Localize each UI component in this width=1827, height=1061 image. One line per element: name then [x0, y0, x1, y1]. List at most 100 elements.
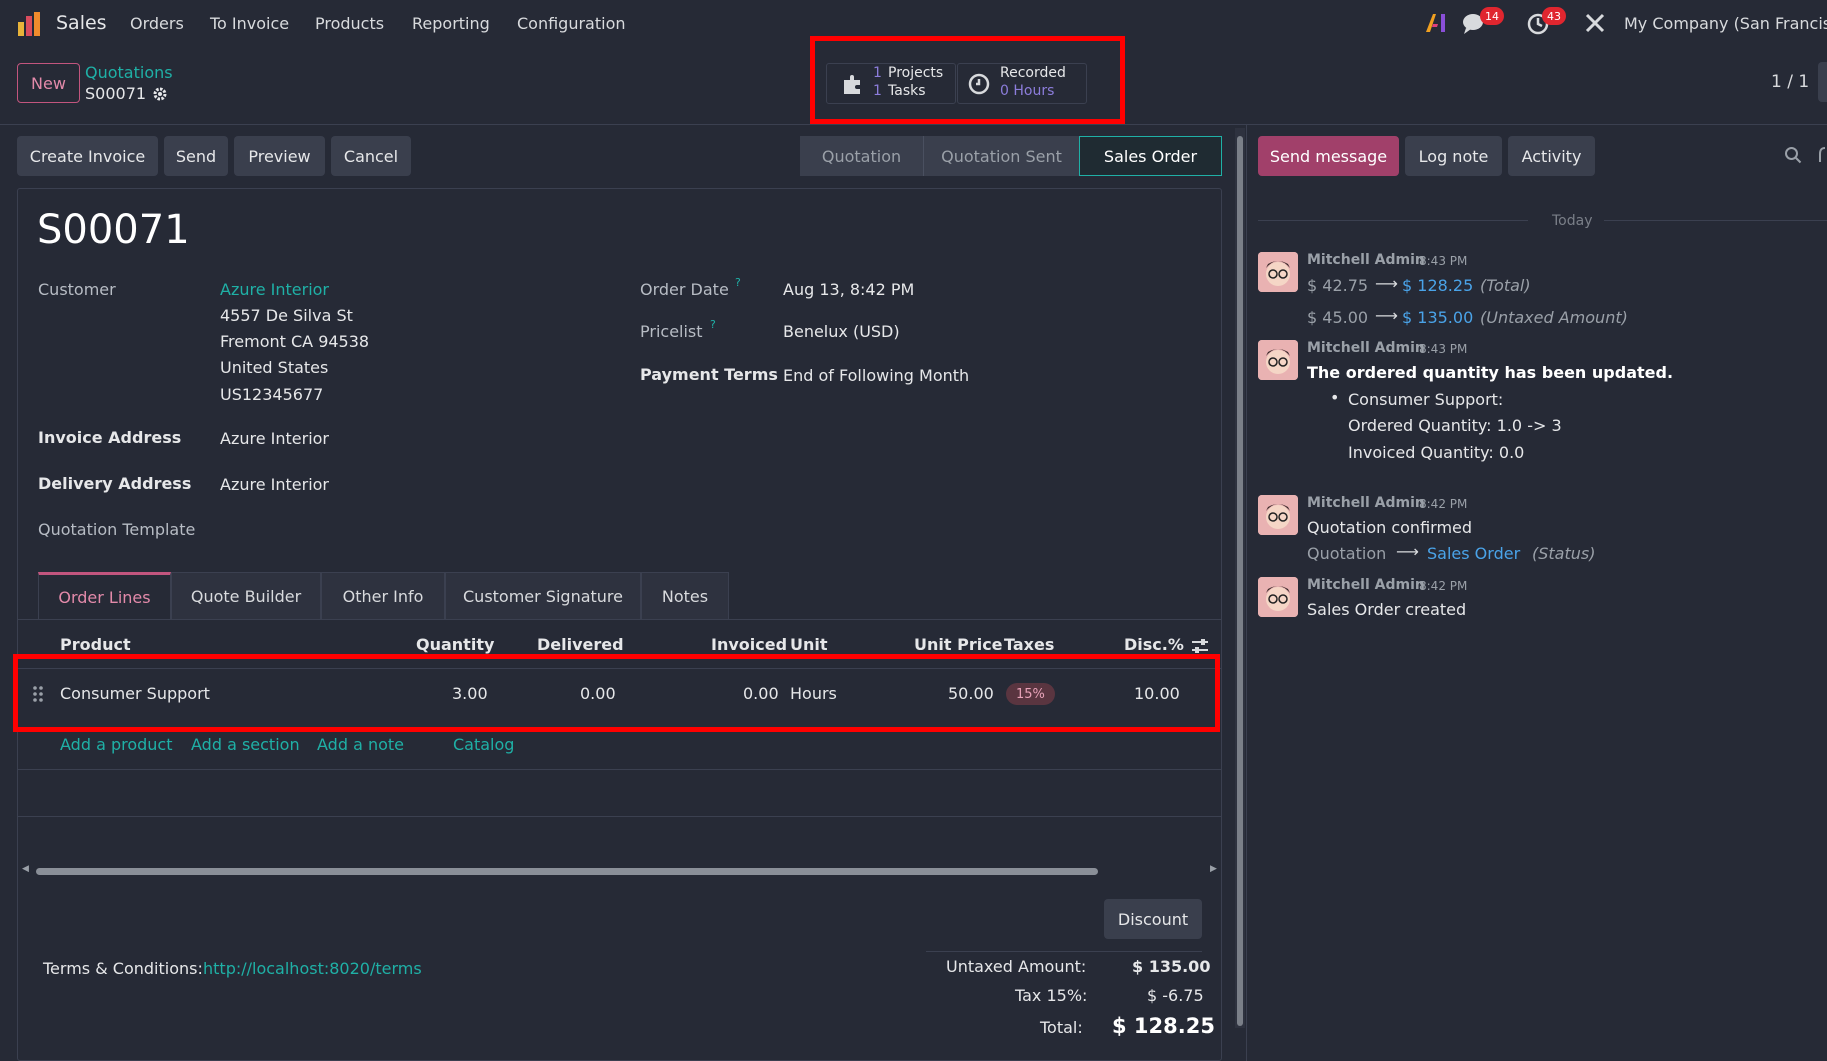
- message-author[interactable]: Mitchell Admin: [1307, 577, 1425, 593]
- col-invoiced[interactable]: Invoiced: [711, 635, 787, 654]
- untaxed-value: $ 135.00: [1132, 957, 1211, 976]
- new-button[interactable]: New: [17, 63, 80, 103]
- app-name[interactable]: Sales: [56, 12, 107, 34]
- send-button[interactable]: Send: [164, 136, 228, 176]
- message-author[interactable]: Mitchell Admin: [1307, 340, 1425, 356]
- log-note-button[interactable]: Log note: [1405, 136, 1502, 176]
- projects-label: Projects: [888, 65, 944, 81]
- recorded-value: 0 Hours: [1000, 83, 1055, 99]
- delivery-address-value[interactable]: Azure Interior: [220, 475, 329, 494]
- table-hscrollbar-thumb[interactable]: [36, 868, 1098, 875]
- address-line-3: United States: [220, 358, 329, 377]
- status-quotation-sent[interactable]: Quotation Sent: [923, 136, 1079, 176]
- projects-count: 1: [873, 65, 882, 81]
- tasks-count: 1: [873, 83, 882, 99]
- avatar[interactable]: [1258, 340, 1298, 380]
- customer-label: Customer: [38, 280, 116, 299]
- col-unit-price[interactable]: Unit Price: [914, 635, 1003, 654]
- col-taxes[interactable]: Taxes: [1004, 635, 1054, 654]
- order-date-value[interactable]: Aug 13, 8:42 PM: [783, 280, 914, 299]
- bullet-icon: •: [1330, 388, 1340, 407]
- order-date-help-icon[interactable]: ?: [735, 276, 741, 289]
- terms-link[interactable]: http://localhost:8020/terms: [203, 959, 422, 978]
- col-quantity[interactable]: Quantity: [416, 635, 494, 654]
- avatar[interactable]: [1258, 252, 1298, 292]
- pricelist-help-icon[interactable]: ?: [710, 318, 716, 331]
- pricelist-value[interactable]: Benelux (USD): [783, 322, 900, 341]
- untaxed-label: Untaxed Amount:: [946, 957, 1087, 976]
- avatar[interactable]: [1258, 577, 1298, 617]
- paperclip-icon[interactable]: [1818, 146, 1827, 164]
- menu-configuration[interactable]: Configuration: [517, 14, 626, 33]
- message-author[interactable]: Mitchell Admin: [1307, 252, 1425, 268]
- address-line-4: US12345677: [220, 385, 324, 404]
- payment-terms-label: Payment Terms: [640, 365, 778, 384]
- tabs-baseline: [17, 619, 1222, 620]
- col-unit[interactable]: Unit: [790, 635, 828, 654]
- col-product[interactable]: Product: [60, 635, 131, 654]
- add-section-link[interactable]: Add a section: [191, 735, 300, 754]
- clock-icon: [968, 73, 990, 95]
- debug-tools-icon[interactable]: [1584, 12, 1606, 34]
- tracking-field-2: (Untaxed Amount): [1480, 308, 1628, 327]
- form-scrollbar-thumb[interactable]: [1237, 136, 1243, 1026]
- recorded-hours-smart-button[interactable]: Recorded 0 Hours: [957, 63, 1087, 104]
- highlight-order-line: [13, 654, 1220, 732]
- pricelist-label: Pricelist: [640, 322, 703, 341]
- tracking-old-value-2: $ 45.00: [1307, 308, 1369, 327]
- discount-button[interactable]: Discount: [1104, 899, 1202, 939]
- company-switcher[interactable]: My Company (San Francisco): [1624, 14, 1827, 33]
- quotation-template-label: Quotation Template: [38, 520, 196, 539]
- preview-button[interactable]: Preview: [234, 136, 325, 176]
- message-line-1: Ordered Quantity: 1.0 -> 3: [1348, 416, 1562, 435]
- tab-customer-signature[interactable]: Customer Signature: [445, 572, 641, 619]
- projects-tasks-smart-button[interactable]: 1 Projects 1 Tasks: [826, 63, 956, 104]
- message-author[interactable]: Mitchell Admin: [1307, 495, 1425, 511]
- date-separator-line-left: [1258, 220, 1528, 221]
- menu-to-invoice[interactable]: To Invoice: [210, 14, 289, 33]
- invoice-address-label: Invoice Address: [38, 428, 182, 447]
- payment-terms-value[interactable]: End of Following Month: [783, 366, 969, 385]
- avatar[interactable]: [1258, 495, 1298, 535]
- add-product-link[interactable]: Add a product: [60, 735, 173, 754]
- table-empty-row-2: [17, 816, 1222, 817]
- activity-button[interactable]: Activity: [1508, 136, 1595, 176]
- form-scrollbar[interactable]: [1235, 128, 1245, 1028]
- optional-columns-icon[interactable]: [1190, 637, 1210, 655]
- scroll-right-icon[interactable]: ▶: [1210, 864, 1217, 874]
- sales-app-logo-icon[interactable]: [16, 10, 44, 38]
- customer-link[interactable]: Azure Interior: [220, 280, 329, 299]
- pager-next-button[interactable]: [1818, 62, 1827, 102]
- scroll-left-icon[interactable]: ◀: [22, 864, 29, 874]
- invoice-address-value[interactable]: Azure Interior: [220, 429, 329, 448]
- search-icon[interactable]: [1784, 146, 1802, 164]
- status-sales-order[interactable]: Sales Order: [1079, 136, 1222, 176]
- cancel-button[interactable]: Cancel: [331, 136, 411, 176]
- gear-icon[interactable]: [152, 86, 168, 102]
- tracking-new-value-2: $ 135.00: [1402, 308, 1474, 327]
- avatar-face-icon: [1258, 495, 1298, 535]
- quotation-template-field[interactable]: [220, 518, 550, 544]
- tab-order-lines[interactable]: Order Lines: [38, 572, 171, 619]
- status-quotation[interactable]: Quotation: [800, 136, 923, 176]
- add-note-link[interactable]: Add a note: [317, 735, 404, 754]
- message-line-2: Invoiced Quantity: 0.0: [1348, 443, 1525, 462]
- tab-other-info[interactable]: Other Info: [321, 572, 445, 619]
- menu-products[interactable]: Products: [315, 14, 384, 33]
- order-date-label: Order Date: [640, 280, 729, 299]
- ai-icon[interactable]: [1424, 12, 1448, 34]
- create-invoice-button[interactable]: Create Invoice: [17, 136, 158, 176]
- total-label: Total:: [1040, 1018, 1083, 1037]
- breadcrumb-quotations[interactable]: Quotations: [85, 63, 173, 82]
- tab-notes[interactable]: Notes: [641, 572, 729, 619]
- menu-orders[interactable]: Orders: [130, 14, 184, 33]
- table-hscrollbar[interactable]: ◀ ▶: [20, 864, 1220, 878]
- pager-value[interactable]: 1 / 1: [1771, 72, 1809, 92]
- tab-quote-builder[interactable]: Quote Builder: [171, 572, 321, 619]
- col-discount[interactable]: Disc.%: [1124, 635, 1184, 654]
- menu-reporting[interactable]: Reporting: [412, 14, 490, 33]
- message-time: 8:42 PM: [1419, 579, 1468, 593]
- catalog-link[interactable]: Catalog: [453, 735, 514, 754]
- col-delivered[interactable]: Delivered: [537, 635, 624, 654]
- send-message-button[interactable]: Send message: [1258, 136, 1399, 176]
